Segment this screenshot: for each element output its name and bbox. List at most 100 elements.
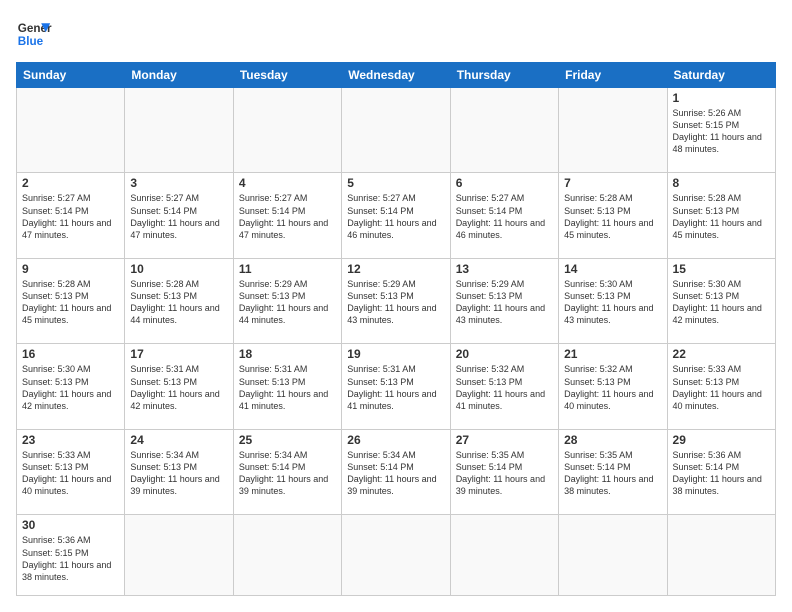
day-info: Sunrise: 5:32 AM Sunset: 5:13 PM Dayligh… — [456, 363, 553, 412]
calendar-cell: 22Sunrise: 5:33 AM Sunset: 5:13 PM Dayli… — [667, 344, 775, 429]
calendar-cell — [233, 515, 341, 596]
calendar-cell: 5 Sunrise: 5:27 AM Sunset: 5:14 PM Daylig… — [342, 173, 450, 258]
calendar-cell: 3 Sunrise: 5:27 AM Sunset: 5:14 PM Daylig… — [125, 173, 233, 258]
calendar-cell: 26 Sunrise: 5:34 AM Sunset: 5:14 PM Dayli… — [342, 429, 450, 514]
generalblue-logo-icon: General Blue — [16, 16, 52, 52]
day-info: Sunrise: 5:34 AM Sunset: 5:13 PM Dayligh… — [130, 449, 227, 498]
day-number: 26 — [347, 433, 444, 447]
day-number: 25 — [239, 433, 336, 447]
day-number: 18 — [239, 347, 336, 361]
week-row-3: 9 Sunrise: 5:28 AM Sunset: 5:13 PM Daylig… — [17, 258, 776, 343]
day-number: 29 — [673, 433, 770, 447]
weekday-header-row: SundayMondayTuesdayWednesdayThursdayFrid… — [17, 63, 776, 88]
calendar-cell: 15Sunrise: 5:30 AM Sunset: 5:13 PM Dayli… — [667, 258, 775, 343]
calendar-cell: 19 Sunrise: 5:31 AM Sunset: 5:13 PM Dayli… — [342, 344, 450, 429]
logo: General Blue — [16, 16, 52, 52]
calendar-cell: 7Sunrise: 5:28 AM Sunset: 5:13 PM Daylig… — [559, 173, 667, 258]
day-number: 10 — [130, 262, 227, 276]
day-info: Sunrise: 5:34 AM Sunset: 5:14 PM Dayligh… — [239, 449, 336, 498]
calendar-cell: 30Sunrise: 5:36 AM Sunset: 5:15 PM Dayli… — [17, 515, 125, 596]
day-info: Sunrise: 5:30 AM Sunset: 5:13 PM Dayligh… — [564, 278, 661, 327]
calendar-cell — [667, 515, 775, 596]
calendar-cell: 29 Sunrise: 5:36 AM Sunset: 5:14 PM Dayli… — [667, 429, 775, 514]
day-number: 19 — [347, 347, 444, 361]
day-number: 28 — [564, 433, 661, 447]
week-row-6: 30Sunrise: 5:36 AM Sunset: 5:15 PM Dayli… — [17, 515, 776, 596]
svg-text:Blue: Blue — [18, 35, 44, 48]
day-info: Sunrise: 5:29 AM Sunset: 5:13 PM Dayligh… — [347, 278, 444, 327]
day-info: Sunrise: 5:27 AM Sunset: 5:14 PM Dayligh… — [456, 192, 553, 241]
day-number: 23 — [22, 433, 119, 447]
calendar-cell — [450, 88, 558, 173]
day-info: Sunrise: 5:32 AM Sunset: 5:13 PM Dayligh… — [564, 363, 661, 412]
day-number: 27 — [456, 433, 553, 447]
weekday-header-thursday: Thursday — [450, 63, 558, 88]
week-row-2: 2Sunrise: 5:27 AM Sunset: 5:14 PM Daylig… — [17, 173, 776, 258]
calendar-cell: 21Sunrise: 5:32 AM Sunset: 5:13 PM Dayli… — [559, 344, 667, 429]
page: General Blue SundayMondayTuesdayWednesda… — [0, 0, 792, 612]
week-row-5: 23 Sunrise: 5:33 AM Sunset: 5:13 PM Dayli… — [17, 429, 776, 514]
calendar-cell — [559, 515, 667, 596]
day-number: 20 — [456, 347, 553, 361]
day-info: Sunrise: 5:28 AM Sunset: 5:13 PM Dayligh… — [130, 278, 227, 327]
day-info: Sunrise: 5:35 AM Sunset: 5:14 PM Dayligh… — [456, 449, 553, 498]
calendar-cell — [450, 515, 558, 596]
weekday-header-tuesday: Tuesday — [233, 63, 341, 88]
calendar-cell — [125, 515, 233, 596]
calendar-cell: 17Sunrise: 5:31 AM Sunset: 5:13 PM Dayli… — [125, 344, 233, 429]
calendar-cell: 10 Sunrise: 5:28 AM Sunset: 5:13 PM Dayli… — [125, 258, 233, 343]
day-number: 9 — [22, 262, 119, 276]
day-number: 5 — [347, 176, 444, 190]
calendar-cell: 8Sunrise: 5:28 AM Sunset: 5:13 PM Daylig… — [667, 173, 775, 258]
day-info: Sunrise: 5:34 AM Sunset: 5:14 PM Dayligh… — [347, 449, 444, 498]
day-info: Sunrise: 5:35 AM Sunset: 5:14 PM Dayligh… — [564, 449, 661, 498]
weekday-header-monday: Monday — [125, 63, 233, 88]
calendar-cell: 20 Sunrise: 5:32 AM Sunset: 5:13 PM Dayli… — [450, 344, 558, 429]
day-info: Sunrise: 5:27 AM Sunset: 5:14 PM Dayligh… — [239, 192, 336, 241]
day-number: 1 — [673, 91, 770, 105]
calendar-cell: 11 Sunrise: 5:29 AM Sunset: 5:13 PM Dayli… — [233, 258, 341, 343]
calendar-cell: 2Sunrise: 5:27 AM Sunset: 5:14 PM Daylig… — [17, 173, 125, 258]
day-number: 8 — [673, 176, 770, 190]
day-info: Sunrise: 5:36 AM Sunset: 5:14 PM Dayligh… — [673, 449, 770, 498]
calendar-cell: 14 Sunrise: 5:30 AM Sunset: 5:13 PM Dayli… — [559, 258, 667, 343]
day-number: 4 — [239, 176, 336, 190]
day-info: Sunrise: 5:31 AM Sunset: 5:13 PM Dayligh… — [130, 363, 227, 412]
day-info: Sunrise: 5:36 AM Sunset: 5:15 PM Dayligh… — [22, 534, 119, 583]
day-number: 14 — [564, 262, 661, 276]
calendar-cell: 27 Sunrise: 5:35 AM Sunset: 5:14 PM Dayli… — [450, 429, 558, 514]
day-info: Sunrise: 5:27 AM Sunset: 5:14 PM Dayligh… — [22, 192, 119, 241]
day-number: 13 — [456, 262, 553, 276]
day-number: 24 — [130, 433, 227, 447]
calendar-cell: 9 Sunrise: 5:28 AM Sunset: 5:13 PM Daylig… — [17, 258, 125, 343]
day-info: Sunrise: 5:27 AM Sunset: 5:14 PM Dayligh… — [130, 192, 227, 241]
day-number: 11 — [239, 262, 336, 276]
header: General Blue — [16, 16, 776, 52]
day-info: Sunrise: 5:29 AM Sunset: 5:13 PM Dayligh… — [456, 278, 553, 327]
calendar-cell — [233, 88, 341, 173]
day-info: Sunrise: 5:29 AM Sunset: 5:13 PM Dayligh… — [239, 278, 336, 327]
day-info: Sunrise: 5:33 AM Sunset: 5:13 PM Dayligh… — [673, 363, 770, 412]
day-number: 3 — [130, 176, 227, 190]
calendar-cell: 25 Sunrise: 5:34 AM Sunset: 5:14 PM Dayli… — [233, 429, 341, 514]
weekday-header-wednesday: Wednesday — [342, 63, 450, 88]
calendar-cell: 28 Sunrise: 5:35 AM Sunset: 5:14 PM Dayli… — [559, 429, 667, 514]
weekday-header-saturday: Saturday — [667, 63, 775, 88]
calendar-cell: 12Sunrise: 5:29 AM Sunset: 5:13 PM Dayli… — [342, 258, 450, 343]
day-number: 15 — [673, 262, 770, 276]
day-number: 16 — [22, 347, 119, 361]
calendar-cell: 13 Sunrise: 5:29 AM Sunset: 5:13 PM Dayli… — [450, 258, 558, 343]
week-row-4: 16 Sunrise: 5:30 AM Sunset: 5:13 PM Dayli… — [17, 344, 776, 429]
calendar-cell: 24 Sunrise: 5:34 AM Sunset: 5:13 PM Dayli… — [125, 429, 233, 514]
calendar-cell: 16 Sunrise: 5:30 AM Sunset: 5:13 PM Dayli… — [17, 344, 125, 429]
day-info: Sunrise: 5:27 AM Sunset: 5:14 PM Dayligh… — [347, 192, 444, 241]
day-info: Sunrise: 5:31 AM Sunset: 5:13 PM Dayligh… — [347, 363, 444, 412]
calendar-cell: 4 Sunrise: 5:27 AM Sunset: 5:14 PM Daylig… — [233, 173, 341, 258]
day-info: Sunrise: 5:30 AM Sunset: 5:13 PM Dayligh… — [22, 363, 119, 412]
weekday-header-sunday: Sunday — [17, 63, 125, 88]
calendar-cell: 18 Sunrise: 5:31 AM Sunset: 5:13 PM Dayli… — [233, 344, 341, 429]
day-info: Sunrise: 5:31 AM Sunset: 5:13 PM Dayligh… — [239, 363, 336, 412]
day-info: Sunrise: 5:28 AM Sunset: 5:13 PM Dayligh… — [22, 278, 119, 327]
calendar-cell: 1Sunrise: 5:26 AM Sunset: 5:15 PM Daylig… — [667, 88, 775, 173]
day-info: Sunrise: 5:33 AM Sunset: 5:13 PM Dayligh… — [22, 449, 119, 498]
